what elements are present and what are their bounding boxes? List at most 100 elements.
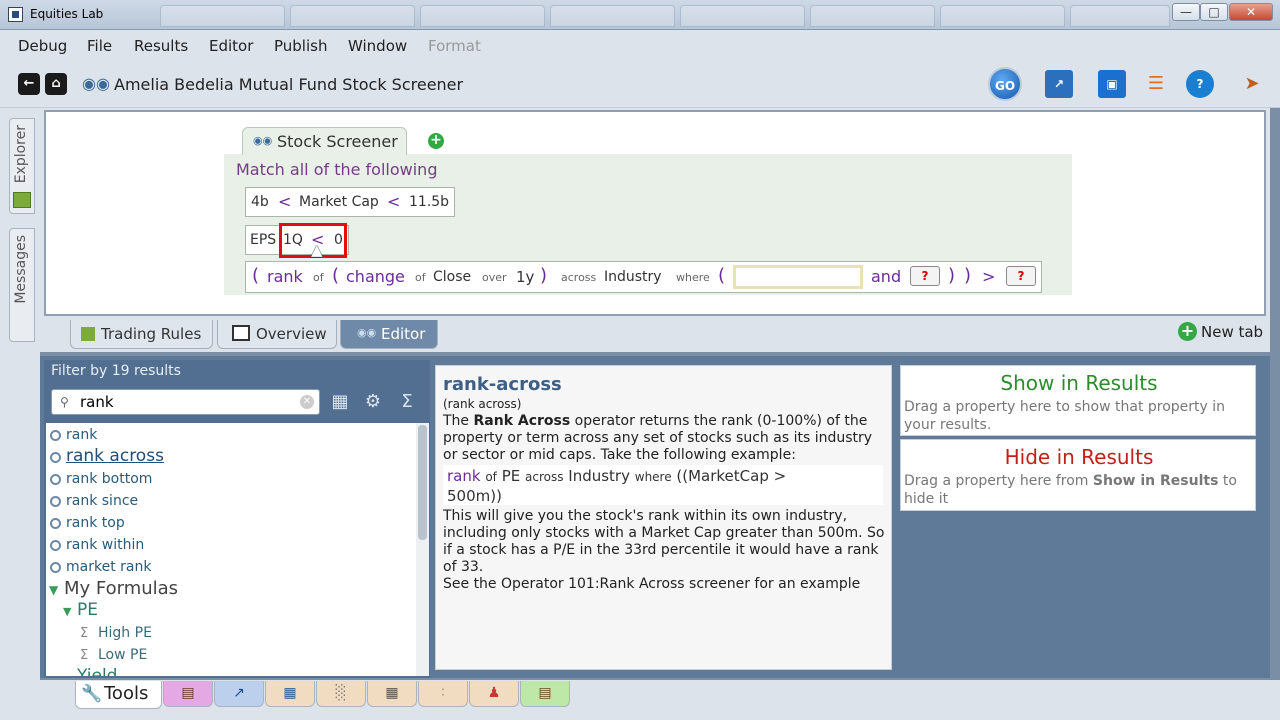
rule-property[interactable]: Market Cap [299,194,379,210]
close-property[interactable]: Close [433,269,471,285]
tab-table-icon[interactable]: ▦ [265,681,315,707]
folder-my-formulas[interactable]: My Formulas [64,578,178,599]
rule-rank-across[interactable]: ( rank of ( change of Close over 1y ) ac… [245,261,1042,293]
menu-editor[interactable]: Editor [209,37,253,55]
tab-trading-rules[interactable]: Trading Rules [70,320,213,349]
list-item[interactable]: rank bottom [66,471,152,487]
rule-property[interactable]: EPS [250,232,276,248]
rule-upper-bound[interactable]: 11.5b [409,194,449,210]
help-icon[interactable]: ? [1186,70,1214,98]
list-icon[interactable]: ☰ [1142,70,1170,98]
example-of: of [485,470,497,484]
unknown-term-icon[interactable]: ? [1006,266,1036,286]
binoculars-icon: ◉◉ [357,326,377,339]
menu-debug[interactable]: Debug [18,37,67,55]
tab-document-icon[interactable]: ▤ [520,681,570,707]
close-paren[interactable]: ) [964,265,971,286]
new-tab-icon[interactable]: + [1178,322,1197,341]
tab-overview[interactable]: Overview [217,320,337,349]
go-button[interactable]: GO [988,67,1022,101]
menu-window[interactable]: Window [348,37,407,55]
industry-property[interactable]: Industry [604,269,662,285]
example-across: across [525,470,564,484]
where-condition-input[interactable] [733,265,863,289]
function-list[interactable]: rank rank across rank bottom rank since … [46,423,416,676]
list-item[interactable]: High PE [98,625,152,641]
table-icon[interactable]: ▦ [328,391,352,413]
gear-icon[interactable]: ⚙ [361,391,385,413]
menu-file[interactable]: File [87,37,112,55]
background-browser-tab [420,5,545,27]
list-item[interactable]: Low PE [98,647,147,663]
menu-results[interactable]: Results [134,37,188,55]
maximize-button[interactable]: □ [1200,3,1228,21]
binoculars-icon: ◉◉ [82,74,110,93]
example-where: where [634,470,672,484]
close-paren[interactable]: ) [948,265,955,286]
list-item[interactable]: rank [66,427,97,443]
and-operator[interactable]: and [871,267,901,286]
tab-scatter-icon[interactable]: ∶ [418,681,468,707]
chart-icon[interactable]: ↗ [1045,70,1073,98]
save-icon[interactable]: ▣ [1098,70,1126,98]
close-paren[interactable]: ) [540,265,547,286]
greater-than-operator[interactable]: > [982,267,995,286]
list-item[interactable]: rank since [66,493,138,509]
mouse-cursor-icon: ▲ [311,241,323,259]
less-than-operator[interactable]: < [387,192,400,211]
screener-title: Amelia Bedelia Mutual Fund Stock Screene… [114,75,464,94]
binoculars-icon: ◉◉ [253,134,273,147]
folder-pe[interactable]: PE [77,600,98,620]
folder-yield[interactable]: Yield [77,666,117,676]
search-input[interactable] [80,392,300,412]
clear-search-icon[interactable]: ✕ [300,395,314,409]
exit-icon[interactable]: ➤ [1238,70,1266,98]
list-item-selected[interactable]: rank across [66,446,164,466]
open-paren[interactable]: ( [332,265,339,286]
scrollbar-thumb[interactable] [418,425,427,540]
tab-chart-icon[interactable]: ↗ [214,681,264,707]
expand-arrow-icon[interactable]: ▼ [63,605,71,618]
expand-arrow-icon[interactable]: ▼ [49,583,58,597]
menu-publish[interactable]: Publish [274,37,327,55]
help-text: This will give you the stock's rank with… [443,508,885,575]
list-item[interactable]: market rank [66,559,151,575]
tab-person-icon[interactable]: ♟ [469,681,519,707]
tab-calculator-icon[interactable]: ▦ [367,681,417,707]
sigma-icon[interactable]: Σ [395,391,419,413]
close-button[interactable]: ✕ [1229,3,1273,21]
function-icon [50,562,61,573]
tab-messages[interactable]: Messages [9,228,35,342]
open-paren[interactable]: ( [252,265,259,286]
home-icon[interactable]: ⌂ [45,73,67,95]
list-item[interactable]: rank within [66,537,144,553]
show-in-results-dropzone[interactable]: Show in Results Drag a property here to … [900,365,1256,436]
messages-label: Messages [13,235,29,304]
tab-stock-screener[interactable]: ◉◉ Stock Screener [242,127,407,155]
list-item[interactable]: rank top [66,515,125,531]
rank-operator[interactable]: rank [267,267,303,286]
change-operator[interactable]: change [346,267,405,286]
tab-editor[interactable]: ◉◉ Editor [340,320,438,349]
background-browser-tab [160,5,285,27]
tab-tools[interactable]: 🔧 Tools [75,681,162,709]
hide-in-results-dropzone[interactable]: Hide in Results Drag a property here fro… [900,439,1256,511]
open-paren[interactable]: ( [718,265,725,286]
match-condition-label[interactable]: Match all of the following [236,160,437,179]
rule-lower-bound[interactable]: 4b [251,194,269,210]
tab-rules-icon[interactable]: ▤ [163,681,213,707]
new-tab-button[interactable]: New tab [1201,323,1263,341]
add-screener-icon[interactable]: + [428,133,444,149]
less-than-operator[interactable]: < [278,192,291,211]
background-browser-tab [810,5,935,27]
unknown-term-icon[interactable]: ? [910,266,940,286]
background-browser-tab [290,5,415,27]
of-keyword: of [415,271,426,284]
minimize-button[interactable]: — [1172,3,1200,21]
period-value[interactable]: 1y [516,268,534,286]
function-icon [50,496,61,507]
tab-bar-chart-icon[interactable]: ░ [316,681,366,707]
rule-market-cap[interactable]: 4b < Market Cap < 11.5b [245,187,455,217]
back-icon[interactable]: ← [18,73,40,95]
across-keyword: across [561,271,597,284]
